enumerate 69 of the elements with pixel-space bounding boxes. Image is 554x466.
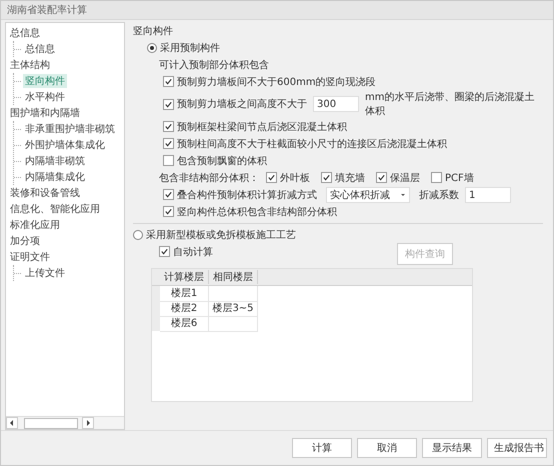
unit-text: mm的水平后浇带、圈梁的后浇混凝土体积 [365,90,536,118]
table-cell: 楼层3~5 [209,300,258,316]
tree-item[interactable]: 信息化、智能化应用 [8,202,102,216]
footer-button[interactable]: 显示结果 [422,438,482,458]
horizontal-scrollbar[interactable] [6,416,124,429]
checkbox[interactable] [321,172,332,183]
column-header: 相同楼层 [209,270,258,284]
checkbox-label: 预制剪力墙板之间高度不大于 [177,98,307,111]
footer-button[interactable]: 计算 [292,438,352,458]
field-label: 折减系数 [419,188,459,202]
tree-item[interactable]: 总信息 [23,42,57,56]
field-label: 包含非结构部分体积： [159,172,259,184]
radio-button[interactable] [133,230,143,240]
tree-item[interactable]: 上传文件 [23,266,67,280]
tree-item[interactable]: 加分项 [8,234,42,248]
tree-item[interactable]: 竖向构件 [23,74,67,88]
tree-item[interactable]: 水平构件 [23,90,67,104]
caret-icon [400,192,406,196]
checkbox-label: 填充墙 [335,172,365,184]
tree-item[interactable]: 证明文件 [8,250,52,264]
checkbox[interactable] [163,121,174,132]
tree-item[interactable]: 非承重围护墙非砌筑 [23,122,117,136]
tree-item[interactable]: 围护墙和内隔墙 [8,106,82,120]
scroll-right-icon[interactable] [82,417,94,429]
table-cell: 楼层6 [160,316,209,332]
checkbox-label: 预制框架柱梁间节点后浇区混凝土体积 [177,120,347,134]
tree-item[interactable]: 装修和设备管线 [8,186,82,200]
radio-label: 采用新型模板或免拆模板施工工艺 [146,228,296,242]
checkbox-label: 外叶板 [280,172,310,184]
tree-item[interactable]: 总信息 [8,26,42,40]
tree-item[interactable]: 主体结构 [8,58,52,72]
tree-item[interactable]: 外围护墙体集成化 [23,138,107,152]
checkbox[interactable] [376,172,387,183]
tree-item[interactable]: 内隔墙集成化 [23,170,87,184]
checkbox[interactable] [163,155,174,166]
footer-button[interactable]: 生成报告书 [487,438,547,458]
checkbox-label: 包含预制飘窗的体积 [177,154,267,168]
checkbox[interactable] [159,246,170,257]
checkbox-label: 预制柱间高度不大于柱截面较小尺寸的连接区后浇混凝土体积 [177,138,447,150]
caption-text: 可计入预制部分体积包含 [159,58,269,72]
column-header: 计算楼层 [160,270,209,284]
table-cell [209,316,258,332]
tree-item[interactable]: 标准化应用 [8,218,62,232]
checkbox[interactable] [163,206,174,217]
scroll-left-icon[interactable] [6,417,18,429]
section-title: 竖向构件 [133,24,174,39]
checkbox-label: 叠合构件预制体积计算折减方式 [177,188,317,202]
checkbox[interactable] [431,172,442,183]
radio-label: 采用预制构件 [160,42,220,55]
table-cell: 楼层2 [160,300,209,316]
checkbox[interactable] [266,172,277,183]
radio-button[interactable] [147,43,157,53]
reduction-dropdown[interactable]: 实心体积折减 [326,186,410,202]
checkbox-label: 保温层 [390,172,420,184]
height-input[interactable]: 300 [313,96,359,112]
scroll-thumb[interactable] [24,418,78,428]
checkbox-label: PCF墙 [445,172,474,184]
window-title: 湖南省装配率计算 [7,4,87,17]
footer-button[interactable]: 取消 [357,438,417,458]
checkbox[interactable] [163,76,174,87]
checkbox[interactable] [163,138,174,149]
checkbox-label: 自动计算 [173,246,213,258]
checkbox-label: 竖向构件总体积包含非结构部分体积 [177,206,337,218]
checkbox[interactable] [163,189,174,200]
checkbox-label: 预制剪力墙板间不大于600mm的竖向现浇段 [177,76,376,88]
coefficient-input[interactable]: 1 [465,186,511,202]
tree-item[interactable]: 内隔墙非砌筑 [23,154,87,168]
checkbox[interactable] [163,98,174,110]
table-cell: 楼层1 [160,286,209,302]
